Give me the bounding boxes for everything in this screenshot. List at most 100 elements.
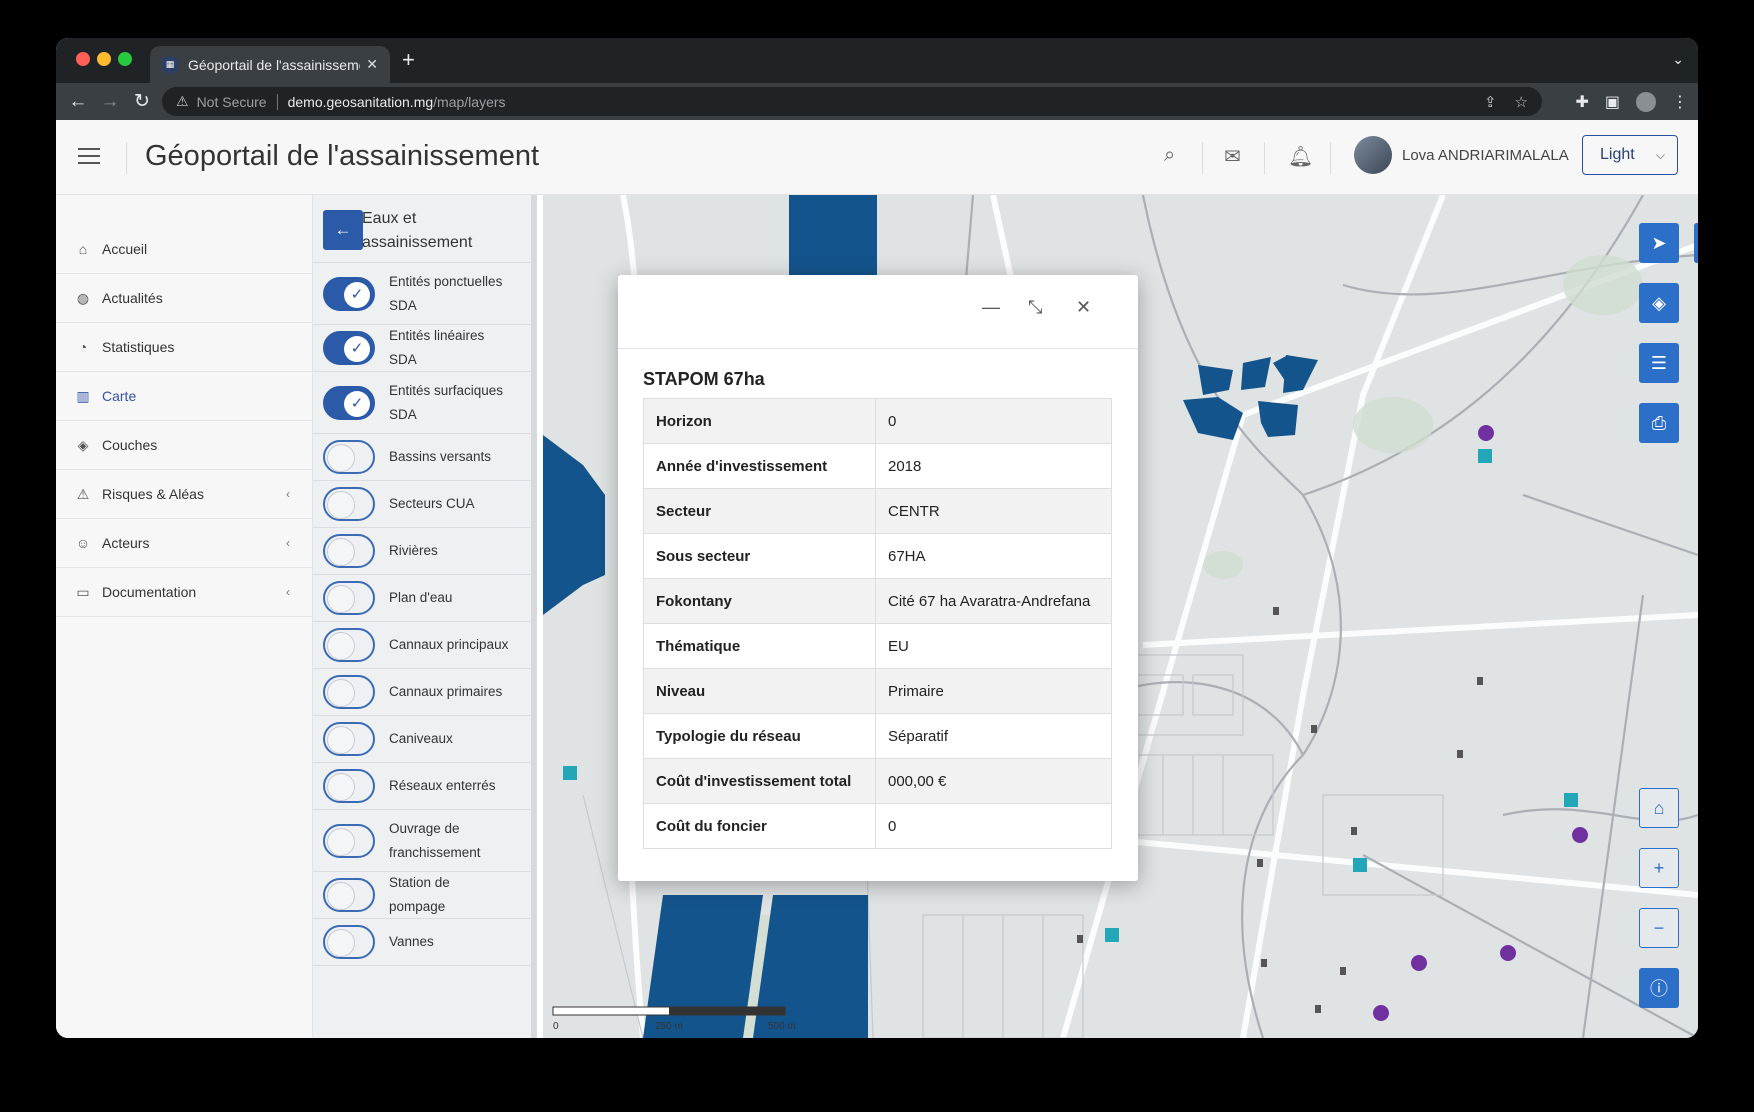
sidebar-item-actualites[interactable]: ◍ Actualités: [56, 274, 312, 323]
toggle-knob: [327, 491, 355, 519]
maximize-window-button[interactable]: [118, 52, 132, 66]
layer-label: Rivières: [389, 543, 438, 558]
browser-tab[interactable]: ▦ Géoportail de l'assainissement ✕: [150, 46, 390, 83]
info-button[interactable]: ⓘ: [1639, 968, 1679, 1008]
layer-row[interactable]: Station de pompage: [313, 872, 531, 919]
layer-row[interactable]: Ouvrage de franchissement: [313, 810, 531, 872]
layer-row[interactable]: Plan d'eau: [313, 575, 531, 622]
home-extent-button[interactable]: ⌂: [1639, 788, 1679, 828]
layer-label: Ouvrage de franchissement: [389, 820, 481, 860]
user-menu[interactable]: Lova ANDRIARIMALALA: [1354, 136, 1569, 174]
layer-row[interactable]: Réseaux enterrés: [313, 763, 531, 810]
layer-toggle[interactable]: [323, 628, 375, 662]
layer-row[interactable]: Secteurs CUA: [313, 481, 531, 528]
layer-toggle[interactable]: ✓: [323, 276, 375, 311]
layer-toggle[interactable]: ✓: [323, 385, 375, 420]
mail-icon[interactable]: ✉: [1224, 144, 1241, 169]
layer-toggle[interactable]: [323, 440, 375, 474]
print-button[interactable]: ⎙: [1639, 403, 1679, 443]
url-path: /map/layers: [433, 93, 506, 110]
extensions-icon[interactable]: ✚: [1575, 92, 1588, 112]
property-key: Fokontany: [643, 578, 876, 624]
globe-icon: ◍: [76, 289, 90, 306]
close-icon[interactable]: ✕: [1076, 297, 1091, 318]
bookmark-star-icon[interactable]: ☆: [1515, 93, 1528, 111]
layer-row[interactable]: Vannes: [313, 919, 531, 966]
layers-icon: ◈: [77, 436, 89, 453]
layer-toggle[interactable]: [323, 722, 375, 756]
browser-window: ▦ Géoportail de l'assainissement ✕ + ⌄ ←…: [56, 38, 1698, 1038]
layer-toggle[interactable]: [323, 769, 375, 803]
property-value: Cité 67 ha Avaratra-Andrefana: [875, 578, 1112, 624]
layer-row[interactable]: Cannaux primaires: [313, 669, 531, 716]
layer-toggle[interactable]: [323, 534, 375, 568]
property-value: EU: [875, 623, 1112, 669]
layer-row[interactable]: Bassins versants: [313, 434, 531, 481]
back-button[interactable]: ←: [323, 210, 363, 250]
layer-panel-title: Eaux et assainissement: [362, 210, 473, 251]
sidebar-item-risques[interactable]: ⚠ Risques & Aléas ‹: [56, 470, 312, 519]
reload-icon[interactable]: ↻: [126, 90, 158, 113]
chevron-left-icon: ‹: [286, 536, 290, 550]
forward-icon[interactable]: →: [94, 91, 126, 113]
layer-label: Secteurs CUA: [389, 496, 475, 511]
layers-button[interactable]: ◈: [1639, 283, 1679, 323]
sidebar-item-label: Documentation: [102, 584, 197, 600]
chevron-left-icon: ‹: [286, 585, 290, 599]
close-window-button[interactable]: [76, 52, 90, 66]
layer-toggle[interactable]: [323, 925, 375, 959]
sidebar-item-accueil[interactable]: ⌂ Accueil: [56, 225, 312, 274]
layer-toggle[interactable]: ✓: [323, 331, 375, 365]
close-tab-icon[interactable]: ✕: [366, 56, 378, 73]
layer-toggle[interactable]: [323, 823, 375, 858]
tab-title: Géoportail de l'assainissement: [188, 56, 361, 73]
sidebar-item-acteurs[interactable]: ☺ Acteurs ‹: [56, 519, 312, 568]
table-row: Typologie du réseau Séparatif: [643, 713, 1112, 759]
layer-toggle[interactable]: [323, 675, 375, 709]
minimize-window-button[interactable]: [97, 52, 111, 66]
sidebar-item-label: Accueil: [102, 241, 148, 257]
zoom-out-button[interactable]: −: [1639, 908, 1679, 948]
layer-row[interactable]: Caniveaux: [313, 716, 531, 763]
check-icon: ✓: [344, 336, 370, 362]
table-row: Secteur CENTR: [643, 488, 1112, 534]
tab-search-icon[interactable]: ⌄: [1672, 51, 1684, 68]
share-icon[interactable]: ⇪: [1484, 93, 1497, 111]
url-host: demo.geosanitation.mg: [287, 93, 434, 110]
new-tab-button[interactable]: +: [402, 49, 415, 71]
legend-list-button[interactable]: ☰: [1639, 343, 1679, 383]
collapse-icon[interactable]: ⤡: [1028, 297, 1042, 318]
profile-avatar[interactable]: [1636, 92, 1656, 112]
layer-row[interactable]: ✓ Entités ponctuelles SDA: [313, 263, 531, 325]
book-icon: ▭: [76, 583, 90, 600]
layer-toggle[interactable]: [323, 581, 375, 615]
plus-icon: +: [1653, 857, 1665, 878]
toggle-knob: [327, 882, 355, 910]
layer-toggle[interactable]: [323, 878, 375, 912]
navigation-arrow-button[interactable]: ➤: [1639, 223, 1679, 263]
sidebar-item-carte[interactable]: ▥ Carte: [56, 372, 312, 421]
layer-label: Entités linéaires SDA: [389, 328, 485, 367]
theme-select[interactable]: Light ⌵: [1582, 135, 1678, 175]
url-field[interactable]: ⚠ Not Secure demo.geosanitation.mg /map/…: [162, 87, 1542, 116]
layer-label: Caniveaux: [389, 731, 453, 746]
layer-row[interactable]: ✓ Entités surfaciques SDA: [313, 372, 531, 434]
zoom-in-button[interactable]: +: [1639, 848, 1679, 888]
browser-menu-icon[interactable]: ⋮: [1672, 92, 1688, 112]
sidebar-item-statistiques[interactable]: ◔ Statistiques: [56, 323, 312, 372]
sidebar-item-documentation[interactable]: ▭ Documentation ‹: [56, 568, 312, 617]
sidebar-item-couches[interactable]: ◈ Couches: [56, 421, 312, 470]
menu-toggle-icon[interactable]: [78, 148, 100, 164]
search-icon[interactable]: ⌕: [1164, 144, 1175, 167]
property-key: Horizon: [643, 398, 876, 444]
side-panel-icon[interactable]: ▣: [1605, 92, 1620, 112]
layer-toggle[interactable]: [323, 487, 375, 521]
back-icon[interactable]: ←: [62, 91, 94, 113]
notification-bell-icon[interactable]: 🔔︎: [1288, 144, 1313, 169]
layer-row[interactable]: Cannaux principaux: [313, 622, 531, 669]
layer-row[interactable]: Rivières: [313, 528, 531, 575]
layer-row[interactable]: ✓ Entités linéaires SDA: [313, 325, 531, 372]
sidebar-item-label: Statistiques: [102, 339, 175, 355]
table-row: Année d'investissement 2018: [643, 443, 1112, 489]
minimize-icon[interactable]: —: [982, 297, 1000, 318]
